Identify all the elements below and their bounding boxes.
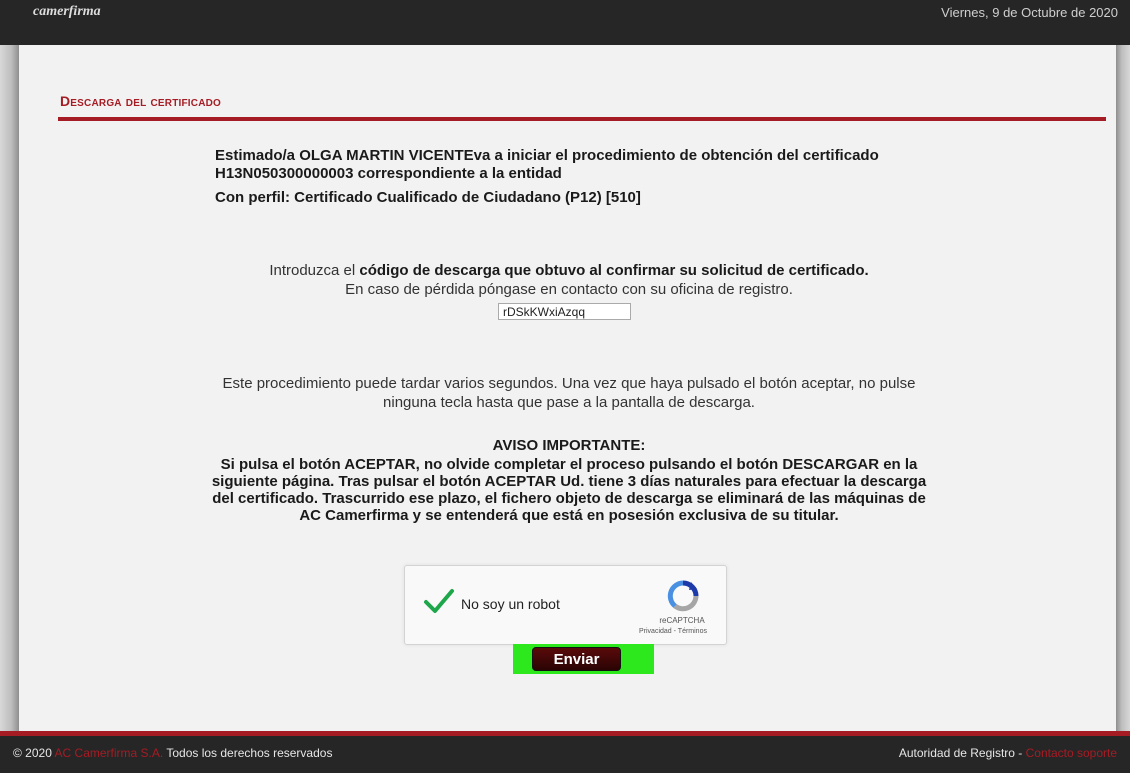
main-content: Descarga del certificado Estimado/a OLGA…	[19, 45, 1116, 731]
intro-line: Estimado/a OLGA MARTIN VICENTEva a inici…	[215, 147, 879, 182]
notice-body: Si pulsa el botón ACEPTAR, no olvide com…	[211, 456, 927, 524]
support-contact-link[interactable]: Contacto soporte	[1026, 746, 1117, 760]
recaptcha-brand: reCAPTCHA	[659, 616, 705, 625]
download-code-input[interactable]	[498, 303, 631, 320]
instructions-line2: En caso de pérdida póngase en contacto c…	[345, 281, 793, 298]
privacy-link[interactable]: Privacidad	[639, 628, 672, 635]
recaptcha-widget: No soy un robot reCAPTCHA Privacidad - T…	[404, 565, 727, 645]
camerfirma-logo[interactable]: camerfirma	[33, 4, 101, 20]
intro-text: Estimado/a OLGA MARTIN VICENTEva a inici…	[215, 147, 915, 207]
recaptcha-logo-icon	[667, 580, 699, 612]
footer-authority: Autoridad de Registro - Contacto soporte	[898, 746, 1117, 760]
download-code-instructions: Introduzca el código de descarga que obt…	[139, 261, 999, 299]
checkmark-icon[interactable]	[423, 588, 455, 614]
wait-warning: Este procedimiento puede tardar varios s…	[222, 375, 916, 411]
company-link[interactable]: AC Camerfirma S.A.	[55, 746, 164, 760]
top-bar: camerfirma Viernes, 9 de Octubre de 2020	[0, 0, 1130, 45]
instructions-prefix: Introduzca el	[269, 262, 360, 279]
right-shadow	[1116, 45, 1130, 731]
recaptcha-links: Privacidad - Términos	[639, 628, 707, 635]
notice-title: AVISO IMPORTANTE:	[492, 437, 646, 454]
captcha-label: No soy un robot	[461, 596, 560, 612]
submit-highlight: Enviar	[513, 644, 654, 674]
submit-button[interactable]: Enviar	[532, 647, 621, 671]
profile-line: Con perfil: Certificado Cualificado de C…	[215, 189, 641, 206]
footer: © 2020 AC Camerfirma S.A. Todos los dere…	[0, 736, 1130, 773]
left-shadow	[0, 45, 19, 731]
footer-copyright: © 2020 AC Camerfirma S.A. Todos los dere…	[13, 746, 333, 760]
instructions-bold: código de descarga que obtuvo al confirm…	[359, 262, 869, 279]
terms-link[interactable]: Términos	[678, 628, 707, 635]
page-title: Descarga del certificado	[60, 93, 222, 109]
current-date: Viernes, 9 de Octubre de 2020	[941, 5, 1118, 20]
title-divider	[58, 117, 1106, 121]
